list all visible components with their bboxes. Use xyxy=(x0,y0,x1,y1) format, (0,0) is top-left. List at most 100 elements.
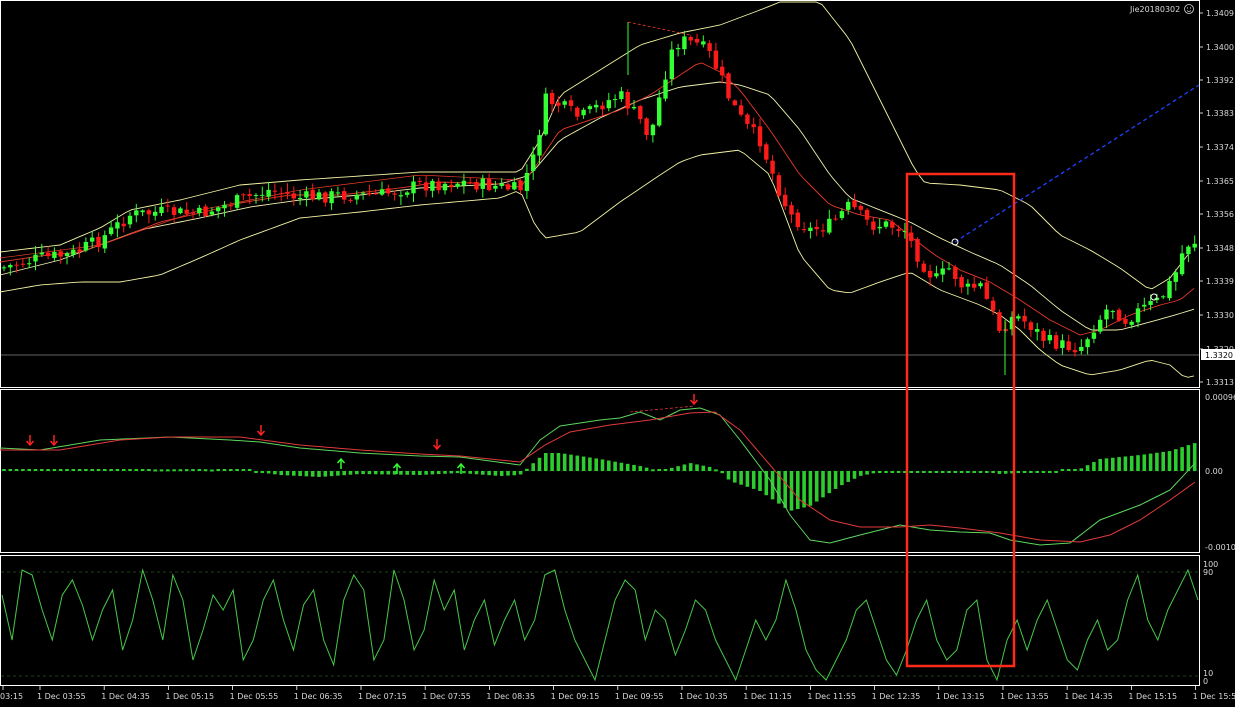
macd-histogram-bar xyxy=(235,469,239,471)
macd-histogram-bar xyxy=(405,471,409,475)
candle-body xyxy=(915,238,920,262)
candle-body xyxy=(638,106,643,120)
macd-histogram-bar xyxy=(525,468,529,471)
candle-body xyxy=(738,105,744,115)
macd-histogram-bar xyxy=(191,469,195,472)
macd-histogram-bar xyxy=(1060,469,1065,471)
macd-histogram-bar xyxy=(115,469,120,471)
macd-histogram-bar xyxy=(292,471,296,476)
time-axis-label: 1 Dec 14:35 xyxy=(1064,692,1113,701)
macd-histogram-bar xyxy=(27,469,31,471)
candle-body xyxy=(575,107,580,117)
macd-histogram-bar xyxy=(266,471,271,474)
macd-histogram-bar xyxy=(342,471,346,476)
macd-histogram-bar xyxy=(380,471,384,475)
trading-chart-window[interactable]: 1.3409 1.3400 1.3392 1.3383 1.3374 1.3365 1.33… xyxy=(0,0,1235,703)
time-axis-label: 1 Dec 09:55 xyxy=(615,692,664,701)
macd-histogram-bar xyxy=(1155,452,1159,471)
candle-body xyxy=(184,209,189,214)
stochastic-pane[interactable] xyxy=(0,555,1200,686)
macd-histogram-bar xyxy=(455,471,460,474)
macd-histogram-bar xyxy=(978,471,983,473)
stochastic-line xyxy=(1,568,1199,682)
time-axis-label: 1 Dec 03:55 xyxy=(37,692,86,701)
macd-histogram-bar xyxy=(1016,471,1021,474)
candle-body xyxy=(71,249,76,255)
macd-histogram-bar xyxy=(632,464,636,471)
moving-average-fast-line xyxy=(0,174,521,259)
macd-histogram-bar xyxy=(890,471,895,473)
candle-body xyxy=(39,252,44,255)
time-axis-label: 1 Dec 08:35 xyxy=(486,692,535,701)
macd-histogram-bar xyxy=(33,469,38,471)
candle-body xyxy=(720,66,725,76)
candle-body xyxy=(310,189,315,200)
candle-body xyxy=(568,100,574,106)
macd-histogram-bar xyxy=(928,471,932,473)
candle-body xyxy=(764,144,769,160)
macd-histogram-bar xyxy=(367,471,372,475)
macd-histogram-bar xyxy=(487,471,491,476)
macd-histogram-bar xyxy=(474,471,479,475)
candle-body xyxy=(594,104,599,108)
candle-body xyxy=(909,232,914,241)
candle-body xyxy=(436,181,441,191)
candle-body xyxy=(858,205,863,210)
macd-histogram-bar xyxy=(373,471,378,475)
macd-histogram-bar xyxy=(644,467,649,471)
macd-histogram-bar xyxy=(386,471,391,475)
candle-body xyxy=(493,185,498,189)
chart-canvas[interactable]: 1.3409 1.3400 1.3392 1.3383 1.3374 1.3365 1.33… xyxy=(0,0,1235,703)
time-axis-label: 1 Dec 10:35 xyxy=(679,692,728,701)
candle-body xyxy=(537,135,542,156)
macd-histogram-bar xyxy=(462,471,466,474)
candle-body xyxy=(329,191,334,204)
macd-histogram-bar xyxy=(424,471,428,475)
macd-histogram-bar xyxy=(877,471,882,473)
candle-body xyxy=(405,192,410,195)
macd-histogram-bar xyxy=(701,465,706,471)
macd-histogram-bar xyxy=(210,469,214,472)
macd-histogram-bar xyxy=(745,471,750,487)
macd-histogram-bar xyxy=(695,464,699,471)
macd-histogram-bar xyxy=(859,471,863,476)
candle-body xyxy=(442,183,448,191)
candle-body xyxy=(285,191,290,194)
macd-series xyxy=(0,394,1199,546)
macd-histogram-bar xyxy=(506,471,510,476)
macd-histogram-bar xyxy=(720,471,724,474)
candle-body xyxy=(827,218,832,233)
macd-histogram-bar xyxy=(852,471,857,479)
macd-histogram-bar xyxy=(304,471,309,477)
macd-histogram-bar xyxy=(550,453,554,471)
macd-histogram-bar xyxy=(537,457,542,471)
candle-body xyxy=(625,92,630,109)
arrow-down-icon xyxy=(256,425,266,437)
macd-histogram-bar xyxy=(355,471,359,475)
macd-histogram-bar xyxy=(751,471,756,489)
macd-histogram-bar xyxy=(348,471,353,475)
macd-histogram-bar xyxy=(46,469,50,471)
candle-body xyxy=(58,251,63,257)
price-axis-label: 1.3374 xyxy=(1206,143,1234,152)
candle-body xyxy=(115,222,120,229)
candle-body xyxy=(33,254,38,262)
candle-body xyxy=(423,182,429,191)
candle-body xyxy=(795,212,800,228)
macd-histogram-bar xyxy=(298,471,302,477)
candle-body xyxy=(694,38,700,43)
candle-body xyxy=(354,194,359,200)
candle-body xyxy=(461,180,467,186)
candle-body xyxy=(783,194,788,207)
macd-histogram-bar xyxy=(21,469,25,471)
macd-histogram-bar xyxy=(436,471,441,475)
macd-histogram-bar xyxy=(310,471,315,477)
candle-body xyxy=(814,226,819,230)
candle-body xyxy=(1028,322,1034,331)
macd-histogram-bar xyxy=(254,471,258,473)
macd-histogram-bar xyxy=(1161,451,1165,471)
candle-body xyxy=(1072,350,1078,353)
candle-body xyxy=(153,211,158,216)
macd-histogram-bar xyxy=(241,469,246,471)
candle-body xyxy=(190,212,196,214)
